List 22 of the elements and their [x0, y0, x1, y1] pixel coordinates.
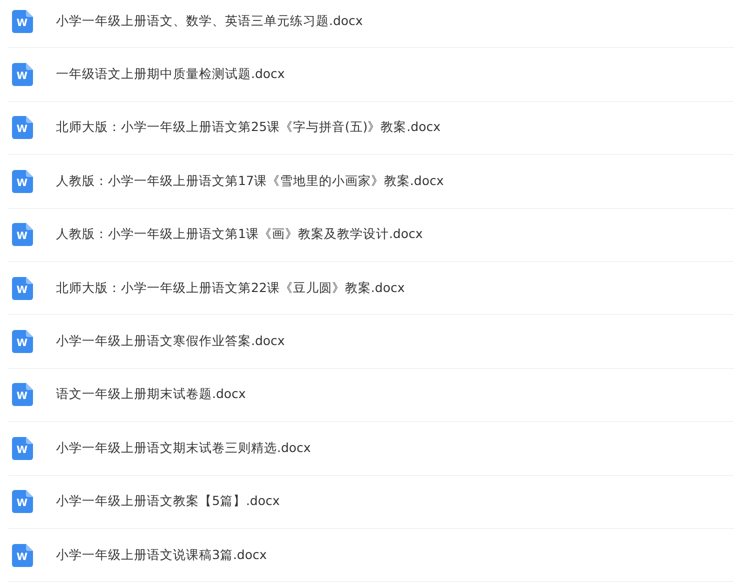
word-document-icon: W [12, 544, 33, 567]
file-name-link[interactable]: 小学一年级上册语文寒假作业答案.docx [56, 333, 285, 350]
word-document-icon: W [12, 436, 33, 460]
file-name-link[interactable]: 人教版：小学一年级上册语文第1课《画》教案及教学设计.docx [56, 226, 423, 244]
word-document-icon: W [12, 63, 33, 86]
file-name-link[interactable]: 小学一年级上册语文期末试卷三则精选.docx [56, 440, 311, 457]
word-document-icon: W [12, 116, 33, 140]
file-name-link[interactable]: 人教版：小学一年级上册语文第17课《雪地里的小画家》教案.docx [56, 172, 444, 190]
word-document-icon: W [12, 330, 33, 354]
word-document-icon: W [12, 276, 33, 300]
file-name-link[interactable]: 一年级语文上册期中质量检测试题.docx [56, 66, 285, 84]
word-document-icon: W [12, 490, 33, 514]
word-document-icon: W [12, 383, 33, 406]
file-name-link[interactable]: 小学一年级上册语文、数学、英语三单元练习题.docx [56, 12, 363, 30]
file-name-link[interactable]: 小学一年级上册语文教案【5篇】.docx [56, 493, 280, 510]
word-document-icon: W [12, 10, 33, 33]
word-document-icon: W [12, 223, 33, 246]
file-name-link[interactable]: 北师大版：小学一年级上册语文第25课《字与拼音(五)》教案.docx [56, 119, 440, 136]
file-name-link[interactable]: 语文一年级上册期末试卷题.docx [56, 386, 246, 404]
word-document-icon: W [12, 170, 33, 193]
file-name-link[interactable]: 小学一年级上册语文说课稿3篇.docx [56, 546, 267, 564]
file-name-link[interactable]: 北师大版：小学一年级上册语文第22课《豆儿圆》教案.docx [56, 280, 405, 297]
